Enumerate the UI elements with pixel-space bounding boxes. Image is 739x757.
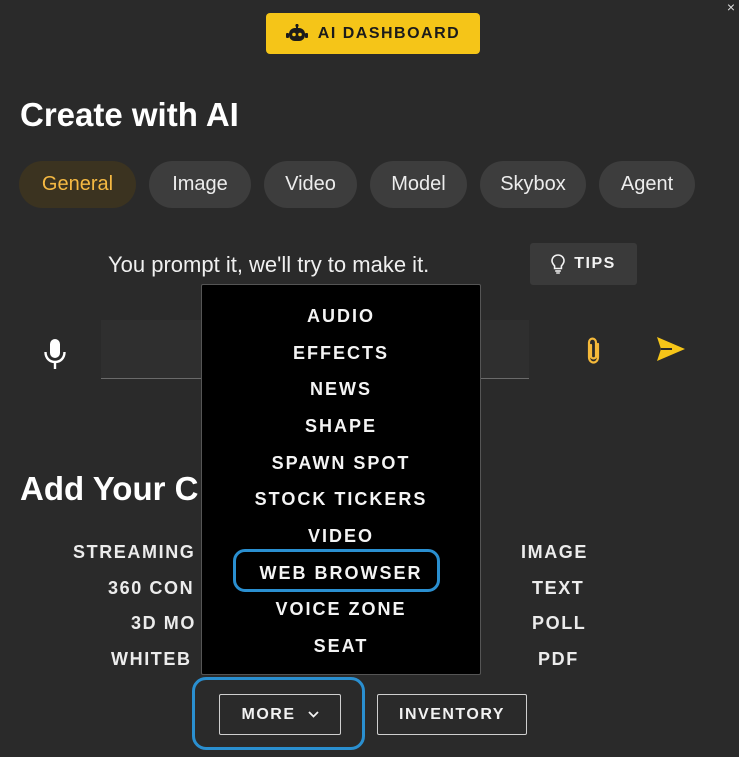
paperclip-icon[interactable]	[584, 336, 604, 366]
close-icon[interactable]: ×	[727, 0, 735, 14]
tab-skybox[interactable]: Skybox	[480, 161, 586, 208]
menu-item-effects[interactable]: EFFECTS	[202, 343, 480, 364]
content-item-image[interactable]: IMAGE	[521, 542, 588, 563]
inventory-button[interactable]: INVENTORY	[377, 694, 527, 735]
menu-item-spawn-spot[interactable]: SPAWN SPOT	[202, 453, 480, 474]
menu-item-audio[interactable]: AUDIO	[202, 306, 480, 327]
robot-icon	[285, 23, 308, 41]
ai-dashboard-button[interactable]: AI DASHBOARD	[266, 13, 480, 54]
content-item-text[interactable]: TEXT	[532, 578, 584, 599]
menu-item-news[interactable]: NEWS	[202, 379, 480, 400]
menu-item-shape[interactable]: SHAPE	[202, 416, 480, 437]
inventory-label: INVENTORY	[399, 705, 505, 723]
add-content-title: Add Your C	[20, 470, 199, 507]
content-item-3d-model[interactable]: 3D MO	[131, 613, 196, 634]
content-item-streaming[interactable]: STREAMING	[73, 542, 195, 563]
prompt-hint-text: You prompt it, we'll try to make it.	[108, 252, 430, 277]
more-button[interactable]: MORE	[219, 694, 341, 735]
ai-dashboard-label: AI DASHBOARD	[317, 24, 461, 42]
chevron-down-icon	[307, 711, 319, 718]
lightbulb-icon	[551, 254, 566, 274]
menu-item-stock-tickers[interactable]: STOCK TICKERS	[202, 489, 480, 510]
more-dropdown-menu: AUDIO EFFECTS NEWS SHAPE SPAWN SPOT STOC…	[201, 284, 481, 675]
microphone-icon[interactable]	[43, 338, 67, 372]
tab-model[interactable]: Model	[370, 161, 467, 208]
tab-video[interactable]: Video	[264, 161, 357, 208]
tab-general[interactable]: General	[19, 161, 136, 208]
tab-image[interactable]: Image	[149, 161, 251, 208]
web-browser-highlight	[233, 549, 440, 592]
content-item-poll[interactable]: POLL	[532, 613, 586, 634]
menu-item-video[interactable]: VIDEO	[202, 526, 480, 547]
tips-button[interactable]: TIPS	[530, 243, 637, 285]
menu-item-voice-zone[interactable]: VOICE ZONE	[202, 599, 480, 620]
content-item-pdf[interactable]: PDF	[538, 649, 579, 670]
send-icon[interactable]	[656, 336, 686, 362]
tips-label: TIPS	[574, 255, 616, 272]
more-label: MORE	[241, 705, 296, 723]
create-title: Create with AI	[20, 96, 239, 133]
menu-item-seat[interactable]: SEAT	[202, 636, 480, 657]
content-item-whiteboard[interactable]: WHITEB	[111, 649, 192, 670]
tab-agent[interactable]: Agent	[599, 161, 695, 208]
content-item-360[interactable]: 360 CON	[108, 578, 194, 599]
